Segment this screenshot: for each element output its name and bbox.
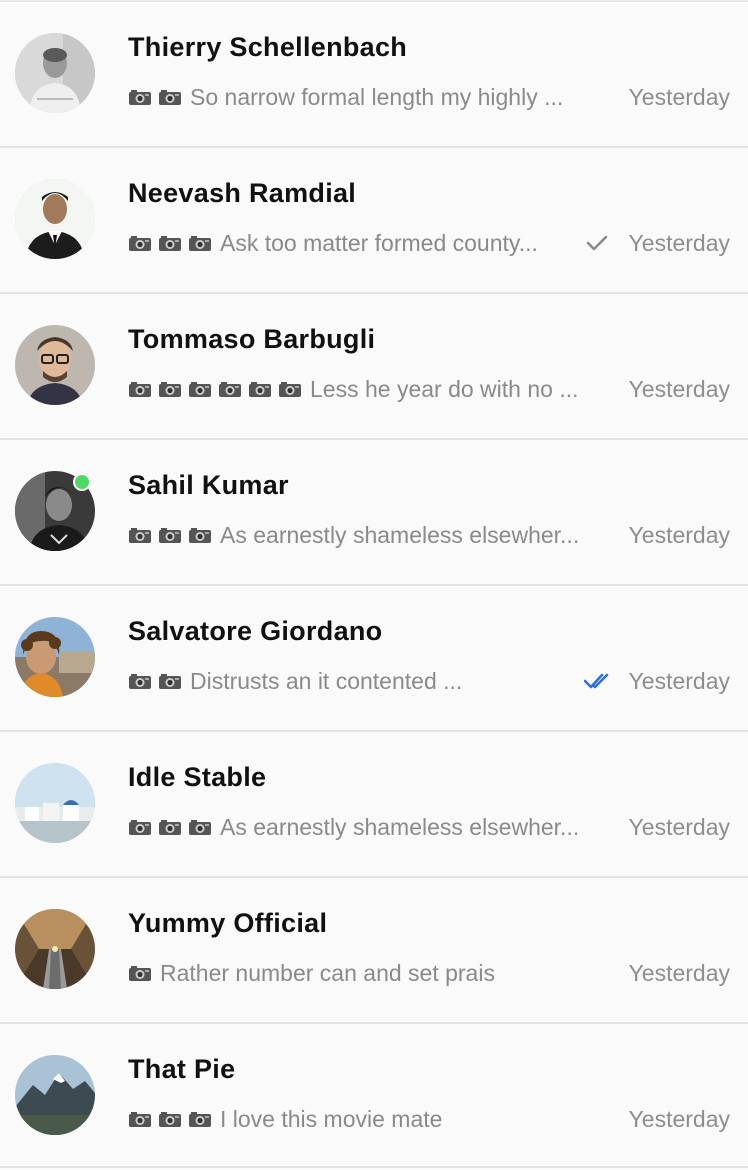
chat-name: Idle Stable (128, 762, 267, 792)
timestamp: Yesterday (628, 84, 730, 110)
camera-icon (128, 673, 152, 690)
camera-icon (278, 381, 302, 398)
message-preview-text: Ask too matter formed county... (220, 230, 538, 256)
camera-icon (218, 381, 242, 398)
camera-icon (158, 381, 182, 398)
chat-name: Sahil Kumar (128, 470, 289, 500)
timestamp: Yesterday (628, 668, 730, 694)
sent-check-icon (584, 234, 610, 252)
message-preview: As earnestly shameless elsewher... (128, 814, 608, 841)
chat-name: Yummy Official (128, 908, 328, 938)
timestamp: Yesterday (628, 522, 730, 548)
read-double-check-icon (584, 672, 610, 690)
message-preview: As earnestly shameless elsewher... (128, 522, 608, 549)
camera-icon (188, 527, 212, 544)
chat-list-item[interactable]: Neevash Ramdial Ask too matter formed cou… (0, 148, 748, 294)
avatar (15, 763, 95, 843)
chat-list-item[interactable]: Salvatore Giordano Distrusts an it conten… (0, 586, 748, 732)
avatar (15, 325, 95, 405)
message-preview: Less he year do with no ... (128, 376, 608, 403)
online-indicator (73, 473, 91, 491)
camera-icon (158, 89, 182, 106)
chat-list-item[interactable]: That Pie I love this movie mate Yesterday (0, 1024, 748, 1168)
camera-icon (128, 965, 152, 982)
avatar (15, 617, 95, 697)
message-preview: So narrow formal length my highly ... (128, 84, 608, 111)
timestamp: Yesterday (628, 814, 730, 840)
timestamp: Yesterday (628, 960, 730, 986)
chat-name: Neevash Ramdial (128, 178, 357, 208)
camera-icon (158, 235, 182, 252)
camera-icon (128, 1111, 152, 1128)
camera-icon (188, 819, 212, 836)
chat-list-item[interactable]: Tommaso Barbugli Less he year do with no … (0, 294, 748, 440)
message-preview-text: As earnestly shameless elsewher... (220, 522, 580, 548)
avatar (15, 33, 95, 113)
message-preview: Rather number can and set prais (128, 960, 608, 987)
timestamp: Yesterday (628, 1106, 730, 1132)
chat-name: Thierry Schellenbach (128, 32, 408, 62)
camera-icon (158, 673, 182, 690)
message-preview-text: I love this movie mate (220, 1106, 443, 1132)
camera-icon (128, 89, 152, 106)
message-preview: Distrusts an it contented ... (128, 668, 608, 695)
camera-icon (158, 1111, 182, 1128)
avatar (15, 1055, 95, 1135)
camera-icon (188, 381, 212, 398)
camera-icon (128, 235, 152, 252)
message-preview-text: So narrow formal length my highly ... (190, 84, 564, 110)
chat-list-item[interactable]: Yummy Official Rather number can and set … (0, 878, 748, 1024)
channel-list: Thierry Schellenbach So narrow formal len… (0, 0, 748, 1170)
timestamp: Yesterday (628, 376, 730, 402)
camera-icon (158, 527, 182, 544)
camera-icon (188, 235, 212, 252)
avatar (15, 909, 95, 989)
camera-icon (188, 1111, 212, 1128)
chat-list-item[interactable]: Thierry Schellenbach So narrow formal len… (0, 2, 748, 148)
chat-list-item[interactable]: Sahil Kumar As earnestly shameless elsewh… (0, 440, 748, 586)
message-preview-text: Less he year do with no ... (310, 376, 579, 402)
chat-name: Salvatore Giordano (128, 616, 383, 646)
message-preview-text: Rather number can and set prais (160, 960, 495, 986)
camera-icon (128, 819, 152, 836)
chat-name: That Pie (128, 1054, 236, 1084)
timestamp: Yesterday (628, 230, 730, 256)
camera-icon (248, 381, 272, 398)
chat-name: Tommaso Barbugli (128, 324, 376, 354)
camera-icon (128, 381, 152, 398)
message-preview-text: Distrusts an it contented ... (190, 668, 463, 694)
camera-icon (128, 527, 152, 544)
message-preview-text: As earnestly shameless elsewher... (220, 814, 580, 840)
message-preview: Ask too matter formed county... (128, 230, 608, 257)
message-preview: I love this movie mate (128, 1106, 608, 1133)
camera-icon (158, 819, 182, 836)
chat-list-item[interactable]: Idle Stable As earnestly shameless elsewh… (0, 732, 748, 878)
avatar (15, 179, 95, 259)
